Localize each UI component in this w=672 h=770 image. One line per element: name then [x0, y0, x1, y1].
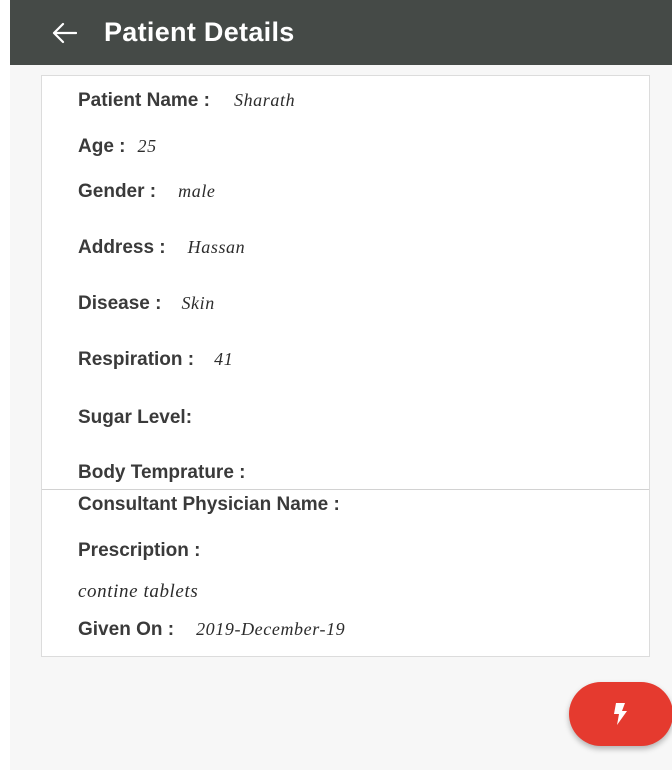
respiration-label: Respiration : [78, 349, 195, 370]
body-temperature-label: Body Temprature : [78, 462, 246, 483]
age-row: Age : 25 [78, 136, 157, 158]
back-button[interactable] [38, 9, 90, 57]
sugar-level-label: Sugar Level: [78, 407, 193, 428]
respiration-value: 41 [214, 349, 234, 369]
address-label: Address : [78, 237, 166, 258]
age-label: Age : [78, 136, 126, 157]
gender-value: male [178, 181, 216, 201]
gender-label: Gender : [78, 181, 157, 202]
prescription-value: contine tablets [78, 581, 199, 602]
app-bar: Patient Details [10, 0, 672, 65]
page-title: Patient Details [104, 17, 295, 47]
prescription-label: Prescription : [78, 540, 201, 561]
gender-row: Gender : male [78, 181, 216, 203]
address-value: Hassan [187, 237, 246, 257]
disease-label: Disease : [78, 293, 162, 314]
respiration-row: Respiration : 41 [78, 349, 233, 371]
disease-value: Skin [181, 293, 215, 313]
given-on-value: 2019-December-19 [196, 619, 346, 639]
address-row: Address : Hassan [78, 237, 245, 259]
given-on-label: Given On : [78, 619, 175, 640]
screen: Patient Details Patient Name : Sharath A… [10, 0, 672, 770]
body-temperature-row: Body Temprature : [78, 462, 246, 484]
physician-row: Consultant Physician Name : [78, 494, 340, 516]
prescription-value-row: contine tablets [78, 581, 198, 603]
patient-name-label: Patient Name : [78, 90, 210, 111]
patient-details-card: Patient Name : Sharath Age : 25 Gender :… [41, 75, 650, 657]
flash-icon [614, 703, 627, 725]
given-on-row: Given On : 2019-December-19 [78, 619, 345, 641]
section-divider [42, 489, 649, 490]
consultant-physician-label: Consultant Physician Name : [78, 494, 340, 515]
patient-name-value: Sharath [233, 90, 296, 110]
age-value: 25 [137, 136, 157, 156]
prescription-row: Prescription : [78, 540, 200, 562]
flash-fab-button[interactable] [569, 682, 672, 746]
patient-name-row: Patient Name : Sharath [78, 90, 295, 112]
arrow-left-icon [52, 22, 77, 43]
sugar-level-row: Sugar Level: [78, 407, 192, 429]
disease-row: Disease : Skin [78, 293, 215, 315]
